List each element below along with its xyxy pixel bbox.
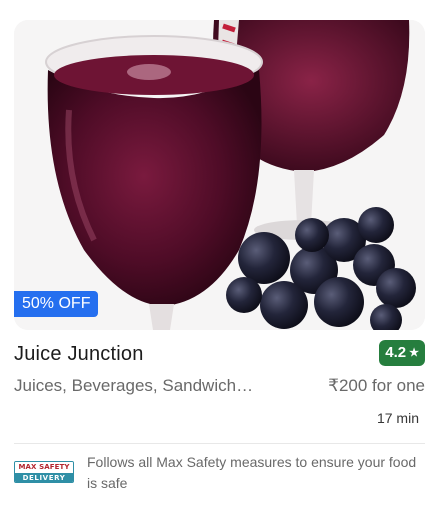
delivery-time: 17 min bbox=[376, 410, 419, 426]
safety-message: Follows all Max Safety measures to ensur… bbox=[87, 454, 417, 491]
restaurant-card[interactable]: 50% OFF Juice Junction 4.2 ★ Juices, Bev… bbox=[0, 0, 439, 509]
restaurant-name[interactable]: Juice Junction bbox=[14, 341, 144, 367]
cuisine-list: Juices, Beverages, Sandwiches bbox=[14, 376, 254, 395]
safety-logo-bottom: DELIVERY bbox=[15, 473, 73, 482]
restaurant-image[interactable] bbox=[14, 20, 425, 330]
rating-badge: 4.2 ★ bbox=[379, 340, 425, 366]
price-for-one: ₹200 for one bbox=[328, 376, 425, 395]
offer-badge: 50% OFF bbox=[14, 291, 99, 317]
star-icon: ★ bbox=[409, 347, 419, 359]
safety-logo-top: MAX SAFETY bbox=[15, 462, 73, 473]
divider bbox=[14, 443, 425, 444]
juice-photo bbox=[14, 20, 425, 330]
max-safety-logo: MAX SAFETY DELIVERY bbox=[14, 461, 74, 483]
rating-value: 4.2 bbox=[385, 344, 407, 361]
